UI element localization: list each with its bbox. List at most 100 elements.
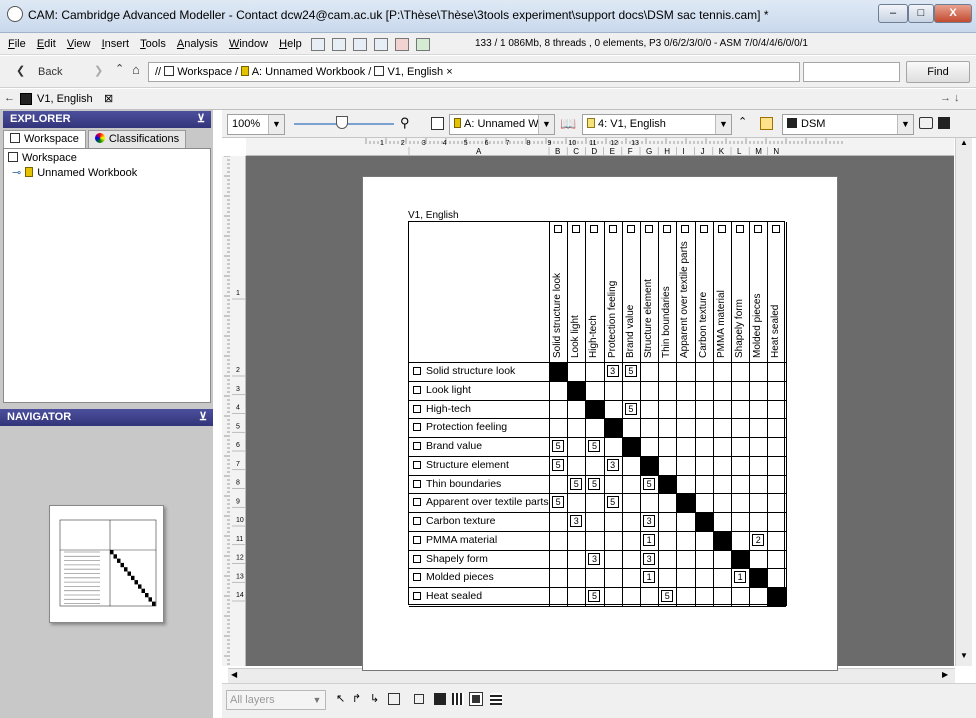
tab-back-arrow-icon[interactable]: ← bbox=[4, 92, 15, 104]
row-header[interactable]: Brand value bbox=[409, 437, 482, 456]
dependency-cell[interactable]: 3 bbox=[567, 512, 585, 531]
row-header[interactable]: Shapely form bbox=[409, 550, 488, 569]
tab-workspace[interactable]: Workspace bbox=[3, 130, 86, 148]
menu-window[interactable]: Window bbox=[225, 33, 272, 55]
menu-insert[interactable]: Insert bbox=[98, 33, 134, 55]
book-icon[interactable]: 📖 bbox=[560, 116, 576, 132]
diagonal-cell[interactable] bbox=[549, 362, 568, 381]
row-checkbox[interactable] bbox=[413, 442, 421, 450]
diagonal-cell[interactable] bbox=[712, 530, 731, 550]
up-icon[interactable]: ⌃ bbox=[115, 62, 124, 75]
new-view-icon[interactable] bbox=[760, 117, 773, 130]
home-icon[interactable]: ⌂ bbox=[132, 62, 140, 77]
workspace-icon[interactable] bbox=[431, 117, 444, 130]
tab-v1-english[interactable]: V1, English bbox=[37, 93, 93, 105]
row-checkbox[interactable] bbox=[413, 592, 421, 600]
diagonal-cell[interactable] bbox=[731, 549, 750, 569]
dependency-cell[interactable]: 5 bbox=[549, 456, 567, 475]
dsm-grid-icon[interactable] bbox=[434, 693, 446, 705]
pdf-icon[interactable] bbox=[395, 37, 410, 51]
zoom-magnifier-icon[interactable]: ⚲ bbox=[400, 115, 410, 131]
column-header[interactable]: Apparent over textile parts bbox=[676, 225, 693, 361]
column-header[interactable]: Protection feeling bbox=[604, 225, 621, 361]
print-icon[interactable] bbox=[374, 37, 389, 51]
diagonal-cell[interactable] bbox=[694, 512, 713, 531]
row-header[interactable]: Heat sealed bbox=[409, 587, 482, 606]
type-select[interactable]: DSM ▼ bbox=[782, 114, 914, 135]
open-icon[interactable] bbox=[331, 37, 346, 51]
diagonal-cell[interactable] bbox=[676, 493, 695, 512]
dependency-cell[interactable]: 2 bbox=[749, 531, 767, 550]
row-header[interactable]: High-tech bbox=[409, 400, 471, 419]
dependency-cell[interactable]: 3 bbox=[585, 550, 603, 569]
column-header[interactable]: High-tech bbox=[585, 225, 602, 361]
column-header[interactable]: Look light bbox=[567, 225, 584, 361]
menu-analysis[interactable]: Analysis bbox=[173, 33, 222, 55]
column-header[interactable]: Solid structure look bbox=[549, 225, 566, 361]
dependency-cell[interactable]: 5 bbox=[585, 475, 603, 494]
row-header[interactable]: Look light bbox=[409, 381, 471, 400]
grid-icon[interactable] bbox=[938, 117, 950, 129]
scroll-up-icon[interactable]: ▲ bbox=[960, 138, 968, 147]
row-checkbox[interactable] bbox=[413, 367, 421, 375]
grid-lines-icon[interactable] bbox=[452, 693, 464, 705]
diagonal-cell[interactable] bbox=[749, 568, 768, 587]
row-header[interactable]: Solid structure look bbox=[409, 362, 515, 381]
column-header[interactable]: Shapely form bbox=[731, 225, 748, 361]
row-checkbox[interactable] bbox=[413, 479, 421, 488]
export-icon[interactable] bbox=[416, 37, 431, 51]
scroll-left-icon[interactable]: ◀ bbox=[231, 670, 237, 679]
dependency-cell[interactable]: 5 bbox=[622, 400, 640, 419]
dependency-cell[interactable]: 5 bbox=[604, 493, 622, 512]
table-icon[interactable] bbox=[490, 693, 502, 705]
dependency-cell[interactable]: 3 bbox=[604, 456, 622, 475]
row-header[interactable]: Apparent over textile parts bbox=[409, 493, 549, 512]
address-workspace[interactable]: Workspace bbox=[177, 66, 232, 78]
column-header[interactable]: Structure element bbox=[640, 225, 657, 361]
link-icon[interactable]: ↳ bbox=[370, 692, 379, 705]
menu-file[interactable]: File bbox=[4, 33, 30, 55]
dependency-cell[interactable]: 3 bbox=[640, 550, 658, 569]
forward-icon[interactable]: ❯ bbox=[94, 64, 103, 77]
tab-classifications[interactable]: Classifications bbox=[87, 130, 187, 148]
column-header[interactable]: Molded pieces bbox=[749, 225, 766, 361]
maximize-button[interactable]: □ bbox=[908, 4, 934, 23]
diagonal-cell[interactable] bbox=[767, 587, 786, 606]
row-checkbox[interactable] bbox=[413, 517, 421, 525]
view-select[interactable]: 4: V1, English ▼ bbox=[582, 114, 732, 135]
matrix-icon[interactable] bbox=[469, 692, 483, 706]
address-bar[interactable]: // Workspace / A: Unnamed Workbook / V1,… bbox=[148, 62, 800, 82]
find-button[interactable]: Find bbox=[906, 61, 970, 83]
tree-expand-icon[interactable]: ⊸ bbox=[12, 167, 21, 179]
save-icon[interactable] bbox=[352, 37, 367, 51]
dependency-cell[interactable]: 1 bbox=[731, 568, 749, 587]
address-view[interactable]: V1, English bbox=[387, 66, 443, 78]
pointer-icon[interactable]: ↖ bbox=[336, 692, 345, 705]
dependency-cell[interactable]: 5 bbox=[549, 437, 567, 456]
dependency-cell[interactable]: 1 bbox=[640, 531, 658, 550]
zoom-slider-thumb[interactable] bbox=[336, 116, 348, 129]
row-header[interactable]: PMMA material bbox=[409, 531, 497, 550]
dependency-cell[interactable]: 3 bbox=[640, 512, 658, 531]
connect-icon[interactable]: ↱ bbox=[352, 692, 361, 705]
tree-item-workbook[interactable]: ⊸ Unnamed Workbook bbox=[12, 166, 137, 179]
row-header[interactable]: Protection feeling bbox=[409, 418, 507, 437]
menu-tools[interactable]: Tools bbox=[136, 33, 170, 55]
tab-forward-arrow-icon[interactable]: → ↓ bbox=[940, 92, 960, 104]
scroll-right-icon[interactable]: ▶ bbox=[942, 670, 948, 679]
navigator-collapse-icon[interactable]: ⊻ bbox=[199, 409, 207, 426]
back-icon[interactable]: ❮ bbox=[16, 64, 25, 77]
row-checkbox[interactable] bbox=[413, 460, 421, 469]
dependency-cell[interactable]: 5 bbox=[585, 437, 603, 456]
dependency-cell[interactable]: 5 bbox=[622, 362, 640, 381]
diagonal-cell[interactable] bbox=[585, 399, 604, 419]
menu-edit[interactable]: Edit bbox=[33, 33, 60, 55]
find-input[interactable] bbox=[803, 62, 900, 82]
row-checkbox[interactable] bbox=[413, 554, 421, 563]
dependency-cell[interactable]: 1 bbox=[640, 568, 658, 587]
frame-icon[interactable] bbox=[388, 693, 400, 705]
dependency-cell[interactable]: 5 bbox=[585, 587, 603, 606]
diagonal-cell[interactable] bbox=[621, 437, 640, 456]
vertical-scrollbar[interactable]: ▲ ▼ bbox=[955, 138, 972, 666]
address-workbook[interactable]: A: Unnamed Workbook bbox=[252, 66, 366, 78]
